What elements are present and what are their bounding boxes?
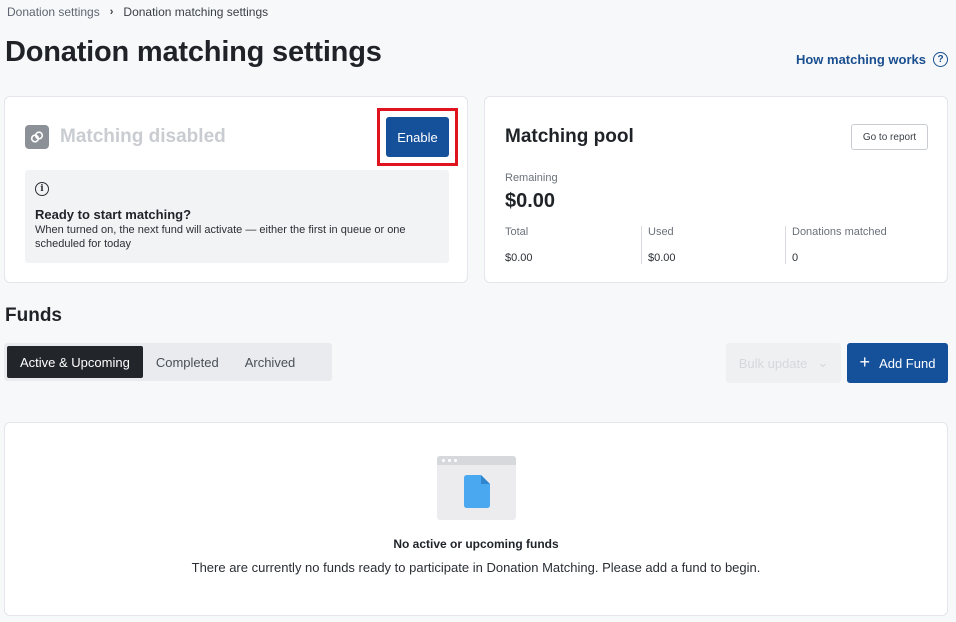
tab-archived[interactable]: Archived <box>232 346 309 378</box>
matching-pool-card: Matching pool Go to report Remaining $0.… <box>484 96 948 283</box>
stat-used: Used $0.00 <box>641 226 781 264</box>
page-title: Donation matching settings <box>5 36 382 68</box>
info-box: i Ready to start matching? When turned o… <box>25 170 449 263</box>
stat-label: Donations matched <box>792 226 887 238</box>
chevron-down-icon: ⌄ <box>817 355 829 370</box>
enable-button[interactable]: Enable <box>386 117 449 157</box>
funds-title: Funds <box>5 305 62 326</box>
go-to-report-button[interactable]: Go to report <box>851 124 928 150</box>
empty-state-title: No active or upcoming funds <box>393 537 559 551</box>
info-icon: i <box>35 182 49 196</box>
bulk-update-label: Bulk update <box>738 355 808 371</box>
file-icon <box>464 475 490 508</box>
stat-value: $0.00 <box>648 252 676 264</box>
info-text: When turned on, the next fund will activ… <box>35 224 406 250</box>
breadcrumb: Donation settings › Donation matching se… <box>7 5 268 19</box>
stat-donations-matched: Donations matched 0 <box>785 226 935 264</box>
add-fund-button[interactable]: + Add Fund <box>847 343 948 383</box>
empty-state-text: There are currently no funds ready to pa… <box>191 560 761 575</box>
breadcrumb-parent-link[interactable]: Donation settings <box>7 5 100 19</box>
bulk-update-button[interactable]: Bulk update ⌄ <box>726 343 841 383</box>
remaining-label: Remaining <box>505 172 558 184</box>
chevron-right-icon: › <box>109 6 114 18</box>
link-icon <box>25 125 49 149</box>
stat-total: Total $0.00 <box>505 226 639 264</box>
plus-icon: + <box>859 352 871 372</box>
funds-tabs: Active & Upcoming Completed Archived <box>4 343 332 381</box>
stat-label: Used <box>648 226 674 238</box>
breadcrumb-current: Donation matching settings <box>123 5 269 19</box>
matching-status-header: Matching disabled <box>25 125 226 149</box>
remaining-value: $0.00 <box>505 190 556 212</box>
empty-window-icon <box>437 456 516 520</box>
add-fund-label: Add Fund <box>879 355 936 371</box>
question-circle-icon: ? <box>933 52 948 67</box>
matching-pool-title: Matching pool <box>505 126 634 147</box>
tab-completed[interactable]: Completed <box>143 346 232 378</box>
matching-status-card: Matching disabled Enable i Ready to star… <box>4 96 468 283</box>
matching-status-title: Matching disabled <box>60 126 226 147</box>
stat-value: 0 <box>792 252 799 264</box>
tab-active-upcoming[interactable]: Active & Upcoming <box>7 346 143 378</box>
info-title: Ready to start matching? <box>35 207 192 222</box>
stat-label: Total <box>505 226 529 238</box>
how-matching-works-label: How matching works <box>795 52 926 67</box>
funds-empty-state: No active or upcoming funds There are cu… <box>4 422 948 616</box>
how-matching-works-link[interactable]: How matching works ? <box>796 52 948 67</box>
stat-value: $0.00 <box>505 252 533 264</box>
